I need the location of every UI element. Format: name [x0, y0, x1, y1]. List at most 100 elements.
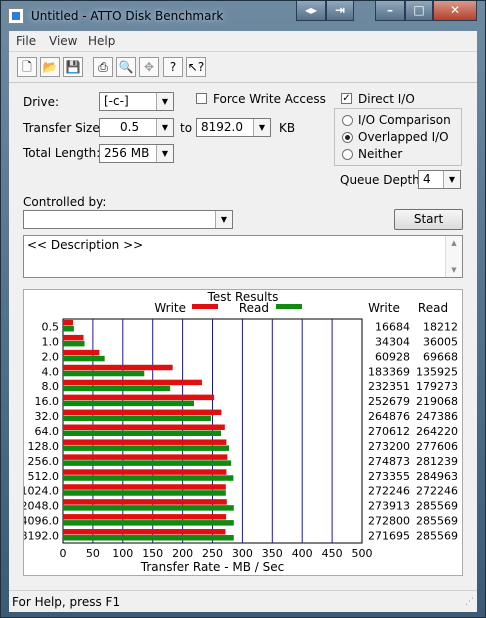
close-button[interactable]: ✕	[433, 1, 477, 21]
write-value: 271695	[368, 530, 410, 543]
transfer-size-from-select[interactable]: 0.5 ▼	[99, 118, 174, 137]
y-tick-label: 4096.0	[24, 515, 59, 528]
total-length-label: Total Length:	[23, 146, 101, 160]
drive-select[interactable]: [-c-] ▼	[99, 92, 174, 111]
write-bar	[63, 319, 73, 326]
write-value: 273355	[368, 470, 410, 483]
x-tick-label: 0	[60, 547, 67, 560]
direct-io-label: Direct I/O	[358, 92, 415, 106]
y-tick-label: 1024.0	[24, 485, 59, 498]
legend-write-swatch	[192, 304, 218, 309]
move-icon[interactable]: ✥	[139, 57, 159, 77]
write-bar	[63, 439, 227, 445]
read-value: 272246	[416, 485, 458, 498]
x-tick-label: 400	[292, 547, 313, 560]
y-tick-label: 8.0	[42, 380, 60, 393]
read-bar	[63, 505, 234, 511]
transfer-size-label: Transfer Size:	[23, 121, 104, 135]
save-icon[interactable]: 💾	[63, 57, 83, 77]
x-tick-label: 450	[322, 547, 343, 560]
queue-depth-select[interactable]: 4 ▼	[418, 170, 461, 189]
chevron-down-icon: ▼	[443, 171, 460, 188]
window-title: Untitled - ATTO Disk Benchmark	[31, 9, 224, 23]
print-preview-icon[interactable]: 🔍	[116, 57, 136, 77]
write-value: 274873	[368, 455, 410, 468]
write-value: 16684	[375, 320, 410, 333]
io-comparison-radio[interactable]	[342, 115, 353, 126]
controlled-by-select[interactable]: ▼	[23, 210, 233, 229]
legend-read-label: Read	[239, 301, 269, 315]
overlapped-io-label: Overlapped I/O	[358, 130, 449, 144]
menu-file[interactable]: File	[16, 34, 36, 48]
menu-help[interactable]: Help	[88, 34, 115, 48]
restore-down-icon[interactable]: ◂▸	[296, 1, 326, 21]
move-window-icon[interactable]: ⇥	[326, 1, 354, 21]
force-write-checkbox[interactable]	[196, 93, 207, 104]
transfer-to-value: 8192.0	[201, 120, 243, 134]
menu-view[interactable]: View	[49, 34, 77, 48]
resize-grip-icon[interactable]: ⋰	[465, 597, 474, 607]
kb-label: KB	[279, 121, 296, 135]
transfer-from-value: 0.5	[120, 120, 140, 134]
help-icon[interactable]: ?	[163, 57, 183, 77]
write-value: 272800	[368, 515, 410, 528]
read-bar	[63, 430, 222, 436]
description-textarea[interactable]: << Description >> ▲ ▼	[23, 235, 463, 278]
write-value: 270612	[368, 425, 410, 438]
io-comparison-label: I/O Comparison	[358, 113, 451, 127]
write-value: 264876	[368, 410, 410, 423]
status-bar: For Help, press F1 ⋰	[9, 590, 477, 612]
maximize-button[interactable]: □	[405, 1, 433, 21]
y-tick-label: 16.0	[35, 395, 60, 408]
x-tick-label: 300	[232, 547, 253, 560]
test-results-chart: Test ResultsWrite Read Write Read0 50 100 150 2…	[21, 290, 459, 574]
total-length-value: 256 MB	[104, 146, 150, 160]
read-value: 281239	[416, 455, 458, 468]
neither-radio[interactable]	[342, 149, 353, 160]
write-value: 273913	[368, 500, 410, 513]
chevron-down-icon: ▼	[215, 211, 232, 228]
read-value: 247386	[416, 410, 458, 423]
open-folder-icon[interactable]: 📂	[40, 57, 60, 77]
read-bar	[63, 490, 226, 496]
overlapped-io-radio[interactable]	[342, 132, 353, 143]
y-tick-label: 256.0	[28, 455, 60, 468]
controlled-by-label: Controlled by:	[23, 195, 107, 209]
scroll-down-icon[interactable]: ▼	[446, 266, 462, 274]
write-value: 232351	[368, 380, 410, 393]
scroll-up-icon[interactable]: ▲	[446, 239, 462, 247]
read-bar	[63, 355, 105, 362]
x-axis-label: Transfer Rate - MB / Sec	[140, 560, 284, 574]
drive-label: Drive:	[23, 95, 60, 109]
new-file-icon[interactable]: 🗋	[17, 57, 37, 77]
total-length-select[interactable]: 256 MB ▼	[99, 144, 174, 163]
to-label: to	[180, 121, 193, 135]
start-button[interactable]: Start	[394, 209, 463, 230]
direct-io-checkbox[interactable]: ✓	[341, 93, 352, 104]
y-tick-label: 1.0	[42, 335, 60, 348]
write-value: 272246	[368, 485, 410, 498]
read-value: 285569	[416, 500, 458, 513]
chevron-down-icon: ▼	[156, 119, 173, 136]
write-bar	[63, 349, 100, 356]
x-tick-label: 50	[86, 547, 100, 560]
minimize-button[interactable]: –	[375, 1, 405, 21]
atto-app-icon	[8, 8, 24, 24]
queue-depth-value: 4	[423, 172, 431, 186]
force-write-label: Force Write Access	[213, 92, 326, 106]
transfer-size-to-select[interactable]: 8192.0 ▼	[196, 118, 271, 137]
read-bar	[63, 385, 171, 392]
context-help-icon[interactable]: ↖?	[186, 57, 206, 77]
print-icon[interactable]: ⎙	[93, 57, 113, 77]
read-bar	[63, 535, 234, 541]
read-bar	[63, 445, 230, 451]
write-bar	[63, 454, 228, 460]
read-value: 135925	[416, 365, 458, 378]
toolbar: 🗋 📂 💾 ⎙ 🔍 ✥ ? ↖?	[9, 52, 477, 83]
read-value: 284963	[416, 470, 458, 483]
title-bar[interactable]: Untitled - ATTO Disk Benchmark ◂▸ ⇥ – □ …	[1, 1, 485, 31]
read-bar	[63, 475, 234, 481]
neither-label: Neither	[358, 147, 403, 161]
read-bar	[63, 340, 85, 347]
description-scrollbar[interactable]: ▲ ▼	[445, 236, 462, 277]
